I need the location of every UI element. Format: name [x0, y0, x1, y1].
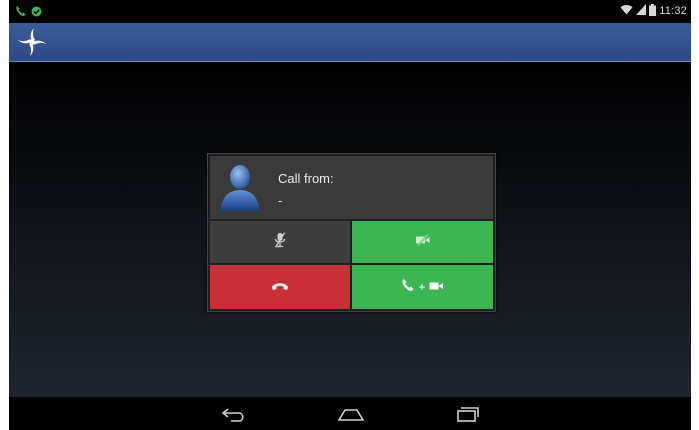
recents-icon	[452, 407, 482, 429]
app-bar	[9, 23, 691, 62]
home-button[interactable]	[336, 403, 366, 425]
back-icon	[219, 408, 249, 429]
hangup-icon	[271, 278, 289, 296]
video-off-icon	[415, 233, 431, 251]
battery-icon	[649, 3, 657, 19]
wifi-icon	[620, 4, 633, 18]
recents-button[interactable]	[452, 403, 482, 425]
call-icon	[15, 4, 27, 22]
home-icon	[336, 409, 366, 429]
caller-name: -	[278, 193, 283, 208]
incoming-call-dialog: Call from: - +	[207, 153, 496, 312]
hangup-button[interactable]	[210, 265, 350, 309]
check-icon	[31, 4, 42, 22]
mute-button[interactable]	[210, 221, 350, 263]
caller-panel: Call from: -	[210, 156, 493, 219]
status-bar: 11:32	[9, 0, 691, 23]
signal-icon	[636, 4, 647, 18]
navigation-bar	[9, 397, 691, 430]
status-left	[15, 4, 42, 22]
call-from-label: Call from:	[278, 171, 334, 186]
video-off-button[interactable]	[352, 221, 493, 263]
star-logo-icon[interactable]	[17, 27, 47, 57]
status-time: 11:32	[659, 5, 687, 17]
avatar	[219, 163, 261, 211]
device-screen: 11:32 Call from: - +	[9, 0, 691, 430]
answer-video-button[interactable]: +	[352, 265, 493, 309]
video-icon	[429, 278, 444, 296]
status-right: 11:32	[620, 3, 687, 19]
phone-icon	[401, 278, 415, 297]
plus-sign: +	[418, 280, 426, 294]
mic-off-icon	[273, 231, 287, 253]
back-button[interactable]	[219, 403, 249, 425]
content-area: Call from: - +	[9, 62, 691, 397]
